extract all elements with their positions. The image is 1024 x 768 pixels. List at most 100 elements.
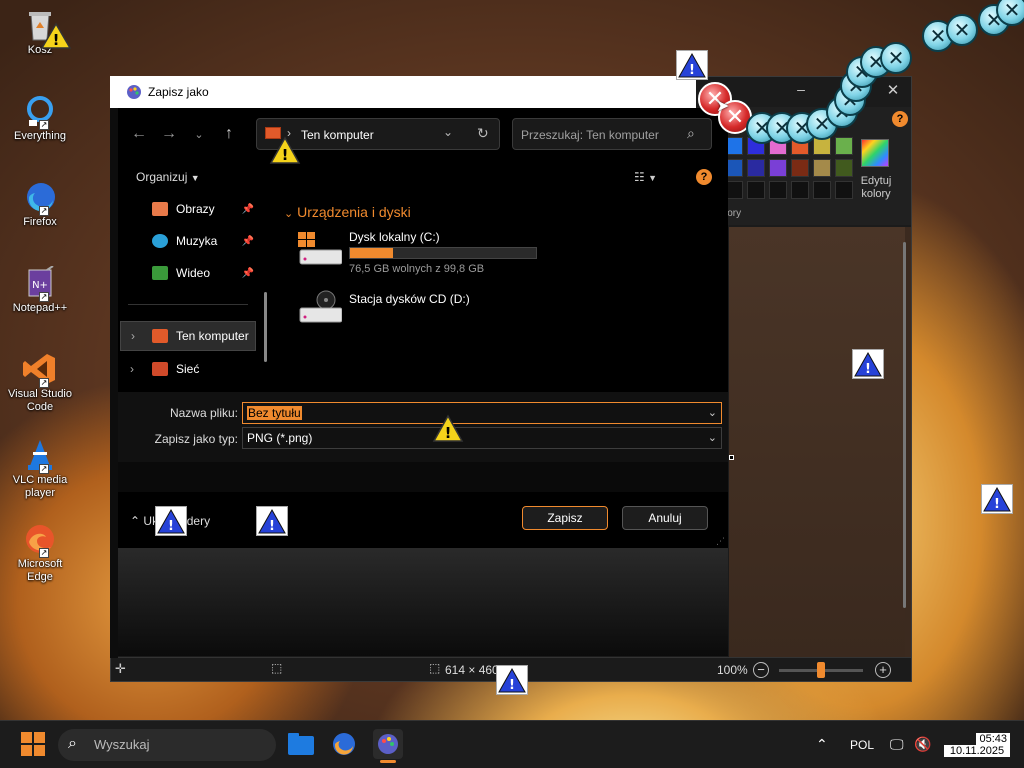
local-disk-icon xyxy=(298,230,343,268)
search-placeholder[interactable]: Przeszukaj: Ten komputer xyxy=(521,128,659,142)
volume-muted-icon[interactable]: 🔇 xyxy=(914,736,931,753)
desktop-icon-vlc[interactable]: ↗ VLC media player xyxy=(4,438,76,500)
filetype-dropdown-chevron-icon[interactable]: ⌄ xyxy=(708,428,717,448)
expand-chevron-icon[interactable]: › xyxy=(131,329,135,343)
video-icon xyxy=(152,266,168,280)
address-dropdown-chevron-icon[interactable]: ⌄ xyxy=(443,125,453,139)
network-icon[interactable]: 🖵 xyxy=(890,736,904,753)
desktop-icon-label: VLC media player xyxy=(12,474,68,499)
palette-swatch[interactable] xyxy=(747,159,765,177)
vscode-icon: ↗ xyxy=(23,352,57,388)
cd-drive-icon xyxy=(298,290,343,326)
pin-icon: 📌 xyxy=(241,267,254,279)
filename-dropdown-chevron-icon[interactable]: ⌄ xyxy=(708,403,717,423)
language-indicator[interactable]: POL xyxy=(850,738,874,752)
taskbar-search[interactable]: ⌕ Wyszukaj xyxy=(58,729,276,761)
sidebar-item-this-pc[interactable]: › Ten komputer xyxy=(120,321,256,351)
palette-swatch[interactable] xyxy=(769,181,787,199)
filename-input[interactable]: Bez tytułu ⌄ xyxy=(242,402,722,424)
organize-label[interactable]: Organizuj xyxy=(136,170,187,184)
up-arrow-icon[interactable]: ↑ xyxy=(214,125,244,143)
sidebar-item-pictures[interactable]: Obrazy 📌 xyxy=(118,194,260,224)
paint-canvas-backdrop xyxy=(118,548,728,656)
paint-icon xyxy=(378,734,398,754)
paint-app-icon xyxy=(126,84,142,100)
organize-chevron-icon: ▼ xyxy=(190,173,200,183)
address-location[interactable]: Ten komputer xyxy=(301,128,374,142)
pin-icon: 📌 xyxy=(241,235,254,247)
taskbar-paint[interactable] xyxy=(373,729,403,759)
dialog-separator xyxy=(118,462,728,492)
canvas-resize-handle[interactable] xyxy=(729,455,734,460)
forward-arrow-icon[interactable]: → xyxy=(154,125,184,143)
expand-chevron-icon[interactable]: › xyxy=(130,362,134,376)
palette-swatch[interactable] xyxy=(769,159,787,177)
drive-name: Stacja dysków CD (D:) xyxy=(349,292,470,306)
palette-swatch[interactable] xyxy=(835,137,853,155)
resize-grip-icon[interactable]: ⋰ xyxy=(716,536,725,547)
sidebar-item-video[interactable]: Wideo 📌 xyxy=(118,258,260,288)
info-triangle-icon: ! xyxy=(496,665,528,695)
svg-text:!: ! xyxy=(53,31,60,49)
color-palette xyxy=(725,137,855,203)
palette-swatch[interactable] xyxy=(813,181,831,199)
firefox-icon: ↗ xyxy=(23,180,57,216)
taskbar-search-placeholder[interactable]: Wyszukaj xyxy=(94,737,150,752)
refresh-icon[interactable]: ↻ xyxy=(477,125,489,142)
cancel-button[interactable]: Anuluj xyxy=(622,506,708,530)
desktop-icon-vscode[interactable]: ↗ Visual Studio Code xyxy=(4,352,76,414)
paint-canvas[interactable] xyxy=(729,227,905,657)
sidebar-item-network[interactable]: › Sieć xyxy=(118,354,260,384)
recent-locations-chevron-icon[interactable]: ⌄ xyxy=(184,128,214,141)
svg-text:!: ! xyxy=(994,497,1000,512)
taskbar-file-explorer[interactable] xyxy=(286,729,316,759)
desktop-icon-edge[interactable]: ↗ Microsoft Edge xyxy=(4,522,76,584)
back-arrow-icon[interactable]: ← xyxy=(124,125,154,143)
zoom-out-button[interactable]: − xyxy=(753,662,769,678)
organize-menu[interactable]: Organizuj ▼ xyxy=(136,170,200,184)
zoom-slider-thumb[interactable] xyxy=(817,662,825,678)
save-button[interactable]: Zapisz xyxy=(522,506,608,530)
clock[interactable]: 05:43 10.11.2025 xyxy=(944,731,1010,761)
svg-text:!: ! xyxy=(282,146,289,164)
palette-swatch[interactable] xyxy=(791,181,809,199)
drive-item-d[interactable]: Stacja dysków CD (D:) xyxy=(296,290,536,334)
view-chevron-icon: ▼ xyxy=(648,173,658,183)
edit-colors-label[interactable]: Edytuj kolory xyxy=(851,175,901,201)
paint-vertical-scrollbar[interactable] xyxy=(903,242,906,608)
sidebar-item-music[interactable]: Muzyka 📌 xyxy=(118,226,260,256)
start-button[interactable] xyxy=(18,729,48,759)
filetype-value[interactable]: PNG (*.png) xyxy=(247,431,312,445)
group-header[interactable]: ⌄ Urządzenia i dyski xyxy=(284,204,411,220)
filetype-select[interactable]: PNG (*.png) ⌄ xyxy=(242,427,722,449)
help-icon[interactable]: ? xyxy=(696,169,712,185)
palette-swatch[interactable] xyxy=(791,159,809,177)
edit-colors-icon[interactable] xyxy=(861,139,889,167)
desktop-icon-everything[interactable]: ↗ Everything xyxy=(4,94,76,143)
paint-help-icon[interactable]: ? xyxy=(892,111,908,127)
paint-close-button[interactable]: ✕ xyxy=(881,81,905,101)
desktop-icon-label: Notepad++ xyxy=(12,302,68,314)
filename-value[interactable]: Bez tytułu xyxy=(247,406,302,420)
paint-minimize-button[interactable]: – xyxy=(789,81,813,101)
show-hidden-icons-chevron-icon[interactable]: ⌃ xyxy=(816,736,828,753)
desktop-icon-firefox[interactable]: ↗ Firefox xyxy=(4,180,76,229)
sidebar-scrollbar[interactable] xyxy=(264,292,267,362)
everything-search-icon: ↗ xyxy=(23,94,57,130)
desktop-icon-notepadpp[interactable]: N+ ↗ Notepad++ xyxy=(4,265,76,315)
dialog-title: Zapisz jako xyxy=(148,85,209,99)
drive-item-c[interactable]: Dysk lokalny (C:) 76,5 GB wolnych z 99,8… xyxy=(296,228,537,275)
palette-swatch[interactable] xyxy=(747,181,765,199)
windows-logo-icon xyxy=(21,732,45,756)
view-options-button[interactable]: ☷ ▼ xyxy=(634,170,657,184)
zoom-in-button[interactable]: + xyxy=(875,662,891,678)
search-box[interactable]: Przeszukaj: Ten komputer ⌕ xyxy=(512,118,712,150)
info-triangle-icon: ! xyxy=(852,349,884,379)
network-icon xyxy=(152,362,168,376)
group-chevron-icon: ⌄ xyxy=(284,208,294,220)
svg-text:!: ! xyxy=(168,519,174,534)
taskbar-firefox[interactable] xyxy=(329,729,359,759)
notepad-plus-plus-icon: N+ ↗ xyxy=(23,265,57,302)
selection-size-icon: ⬚ xyxy=(271,661,283,675)
palette-swatch[interactable] xyxy=(813,159,831,177)
